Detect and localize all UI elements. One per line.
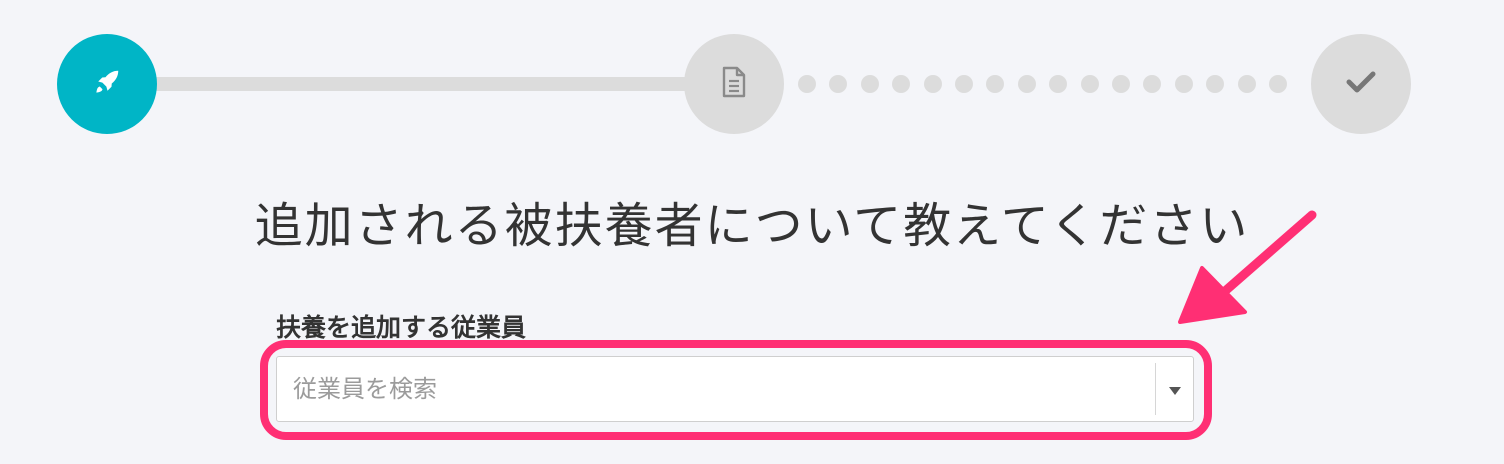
employee-search-input[interactable] (277, 357, 1155, 421)
stepper-dot (1081, 75, 1099, 93)
stepper-dot (892, 75, 910, 93)
stepper-dot (798, 75, 816, 93)
stepper-dot (955, 75, 973, 93)
stepper-line-pending (798, 75, 1298, 93)
stepper-dot (986, 75, 1004, 93)
employee-select[interactable] (276, 356, 1194, 422)
caret-down-icon (1168, 380, 1181, 399)
stepper-dot (829, 75, 847, 93)
stepper-dot (1143, 75, 1161, 93)
document-icon (719, 65, 749, 103)
step-start (57, 34, 157, 134)
stepper-dot (1018, 75, 1036, 93)
stepper-dot (861, 75, 879, 93)
page-title: 追加される被扶養者について教えてください (254, 198, 1250, 254)
progress-stepper (0, 0, 1504, 140)
stepper-dot (1269, 75, 1287, 93)
stepper-dot (1175, 75, 1193, 93)
stepper-dot (924, 75, 942, 93)
stepper-dot (1049, 75, 1067, 93)
employee-field-label: 扶養を追加する従業員 (276, 313, 527, 342)
stepper-dot (1112, 75, 1130, 93)
stepper-dot (1238, 75, 1256, 93)
checkmark-icon (1346, 70, 1376, 98)
dropdown-toggle[interactable] (1156, 357, 1193, 421)
step-complete (1311, 34, 1411, 134)
step-details (684, 34, 784, 134)
stepper-line-completed (150, 77, 690, 91)
page: 追加される被扶養者について教えてください 扶養を追加する従業員 (0, 0, 1504, 464)
stepper-dot (1206, 75, 1224, 93)
rocket-icon (92, 67, 122, 101)
